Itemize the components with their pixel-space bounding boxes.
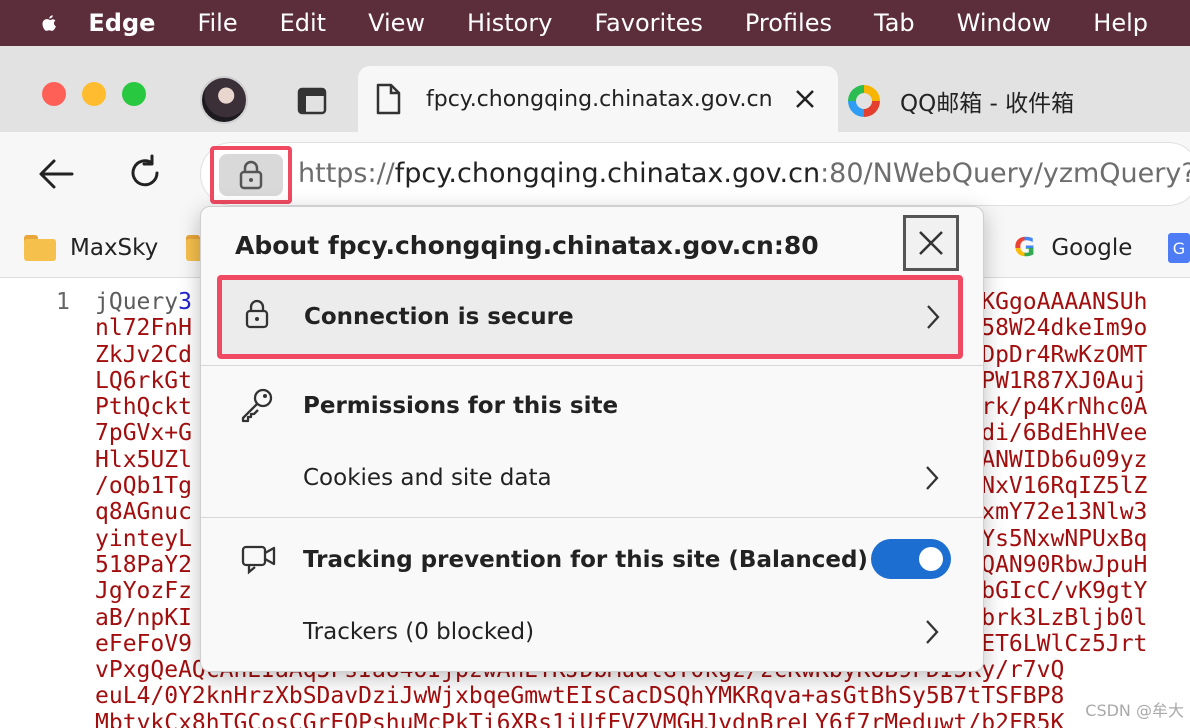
line-number: 1 xyxy=(56,289,70,315)
menu-bar: Edge File Edit View History Favorites Pr… xyxy=(0,0,1190,46)
code-token: 3 xyxy=(178,289,192,315)
popup-title: About fpcy.chongqing.chinatax.gov.cn:80 xyxy=(235,231,819,260)
code-token: NQAN90RbwJpuH xyxy=(967,551,1148,578)
tab-active[interactable]: fpcy.chongqing.chinatax.gov.cn xyxy=(358,66,838,132)
code-token: hrk/p4KrNhc0A xyxy=(967,394,1148,421)
code-token: jQuery xyxy=(95,289,179,315)
site-info-popup: About fpcy.chongqing.chinatax.gov.cn:80 … xyxy=(200,206,984,672)
folder-icon xyxy=(24,235,56,261)
code-token: Ibrk3LzBljb0l xyxy=(967,604,1148,631)
url-text[interactable]: https://fpcy.chongqing.chinatax.gov.cn:8… xyxy=(298,158,1190,189)
tab-close-icon[interactable] xyxy=(794,88,816,110)
cookies-label[interactable]: Cookies and site data xyxy=(303,465,552,491)
code-token: 0KGgoAAAANSUh xyxy=(967,289,1148,315)
divider xyxy=(201,517,983,518)
code-token: pYs5NxwNPUxBq xyxy=(967,525,1148,552)
code-line: euL4/0Y2knHrzXbSDavDziJwWjxbqeGmwtEIsCac… xyxy=(95,683,1065,710)
window-zoom-button[interactable] xyxy=(122,82,146,106)
site-info-button[interactable] xyxy=(210,146,292,204)
key-icon xyxy=(241,388,273,423)
code-token: UET6LWlCz5Jrt xyxy=(967,630,1148,657)
chevron-right-icon[interactable] xyxy=(925,619,939,645)
menu-favorites[interactable]: Favorites xyxy=(594,9,702,37)
url-path: :80/NWebQuery/yzmQuery?c xyxy=(820,158,1190,189)
code-token: ZPW1R87XJ0Auj xyxy=(967,367,1148,394)
watermark: CSDN @牟大 xyxy=(1085,700,1184,720)
favorite-google-translate[interactable]: G xyxy=(1168,228,1190,268)
tab-title: fpcy.chongqing.chinatax.gov.cn xyxy=(426,86,773,112)
profile-avatar[interactable] xyxy=(200,76,248,124)
favorite-maxsky[interactable]: MaxSky xyxy=(24,228,158,268)
code-token: DxmY72e13Nlw3 xyxy=(967,499,1148,526)
menu-edit[interactable]: Edit xyxy=(280,9,326,37)
menu-file[interactable]: File xyxy=(197,9,237,37)
code-token: QANWIDb6u09yz xyxy=(967,446,1148,473)
popup-close-button[interactable] xyxy=(903,215,959,271)
lock-icon xyxy=(245,299,269,329)
url-scheme: https:// xyxy=(298,158,395,189)
menu-view[interactable]: View xyxy=(368,9,425,37)
tracking-label: Tracking prevention for this site (Balan… xyxy=(303,547,868,573)
tab-title: QQ邮箱 - 收件箱 xyxy=(900,91,1075,117)
tab-strip: fpcy.chongqing.chinatax.gov.cn QQ邮箱 - 收件… xyxy=(0,46,1190,132)
document-icon xyxy=(376,83,401,115)
divider xyxy=(201,365,983,366)
menu-app-edge[interactable]: Edge xyxy=(88,9,155,37)
apple-icon[interactable] xyxy=(38,8,60,38)
menu-tab[interactable]: Tab xyxy=(874,9,915,37)
google-translate-icon: G xyxy=(1168,233,1190,263)
favorite-label: Google xyxy=(1051,235,1133,261)
url-host: fpcy.chongqing.chinatax.gov.cn xyxy=(394,158,821,189)
connection-label: Connection is secure xyxy=(304,304,574,330)
code-token: Gdi/6BdEhHVee xyxy=(967,420,1148,447)
menu-help[interactable]: Help xyxy=(1093,9,1148,37)
code-token: EDpDr4RwKzOMT xyxy=(967,341,1148,368)
window-minimize-button[interactable] xyxy=(82,82,106,106)
permissions-label[interactable]: Permissions for this site xyxy=(303,393,618,419)
code-line: MbtykCx8hTGCosCGrEOPshuMcPkTi6XRs1iUfFVZ… xyxy=(95,709,1065,728)
code-token: 558W24dkeIm9o xyxy=(967,315,1148,342)
favorite-label: MaxSky xyxy=(70,235,159,261)
trackers-label[interactable]: Trackers (0 blocked) xyxy=(303,619,534,645)
tab-qq-mail[interactable]: QQ邮箱 - 收件箱 xyxy=(848,76,1074,126)
menu-history[interactable]: History xyxy=(467,9,552,37)
camera-icon xyxy=(241,545,276,575)
code-token: INxV16RqIZ5lZ xyxy=(967,473,1148,500)
favorite-google[interactable]: G Google xyxy=(1014,228,1132,268)
code-token: kbGIcC/vK9gtY xyxy=(967,578,1148,605)
refresh-icon[interactable] xyxy=(126,154,164,192)
lock-icon xyxy=(239,160,263,190)
menu-window[interactable]: Window xyxy=(957,9,1052,37)
connection-secure-row[interactable]: Connection is secure xyxy=(217,275,963,359)
tracking-toggle[interactable] xyxy=(871,539,951,579)
chevron-right-icon xyxy=(927,305,940,329)
back-arrow-icon[interactable] xyxy=(36,156,76,192)
close-icon xyxy=(919,231,943,255)
menu-profiles[interactable]: Profiles xyxy=(745,9,832,37)
tab-actions-icon[interactable] xyxy=(296,86,328,116)
qq-mail-icon xyxy=(848,85,880,117)
chevron-right-icon[interactable] xyxy=(925,465,939,491)
google-icon: G xyxy=(1014,233,1036,263)
window-close-button[interactable] xyxy=(42,82,66,106)
